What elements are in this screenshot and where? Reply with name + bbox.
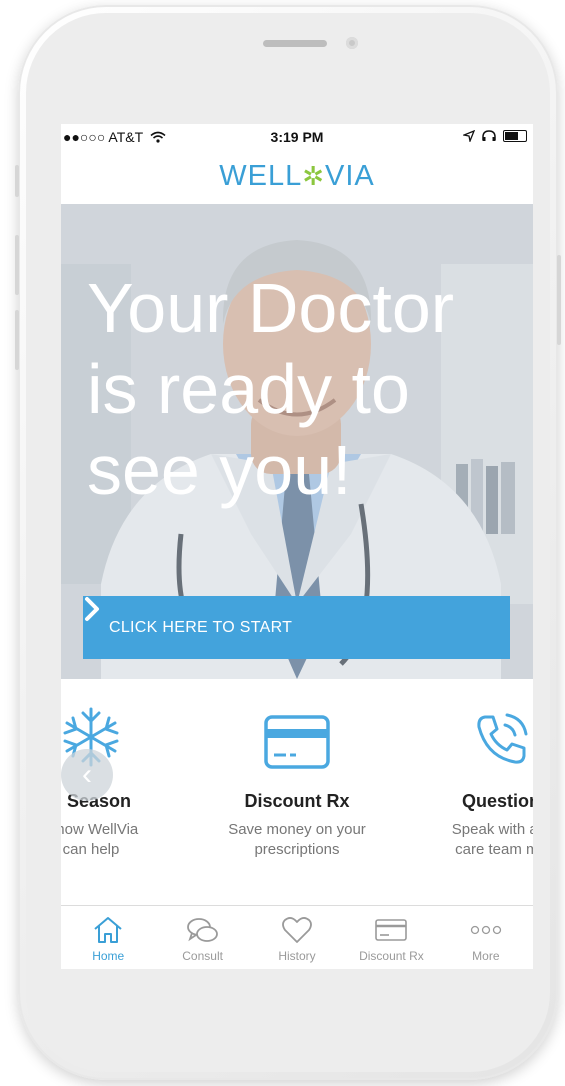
headphones-icon [482,130,496,141]
feature-carousel: u Season n how WellVia can help Discount… [61,679,533,904]
location-arrow-icon [463,130,475,142]
carousel-card-desc: Speak with a p care team me [451,821,533,858]
phone-icon [477,713,528,764]
start-button[interactable]: CLICK HERE TO START [83,596,510,659]
tab-consult[interactable]: Consult [155,906,249,969]
wellvia-logo: WELL✲VIA [219,160,375,192]
start-button-label: CLICK HERE TO START [109,618,293,636]
carousel-card-desc: Save money on your prescriptions [228,821,366,858]
tab-discount-rx[interactable]: Discount Rx [344,906,438,969]
hero-title: Your Doctor is ready to see you! [87,269,455,509]
tab-home[interactable]: Home [61,906,155,969]
carousel-card-title: Question [461,791,533,811]
card-icon [375,919,408,941]
carousel-card-title: Discount Rx [244,791,350,811]
hero-banner: Your Doctor is ready to see you! CLICK H… [61,204,533,679]
chevron-left-icon: ‹ [82,758,92,791]
status-bar: ●●○○○ AT&T 3:19 PM [61,124,533,150]
carousel-card-discount-rx[interactable]: Discount Rx Save money on your prescript… [207,679,387,860]
home-icon [94,917,122,943]
heart-icon [282,917,312,943]
card-icon [264,715,330,769]
more-icon [470,925,501,935]
volume-down-button [15,310,19,370]
app-screen: ●●○○○ AT&T 3:19 PM WELL✲VIA Your Doctor … [61,124,533,969]
logo-flower-mark: ✲ [302,161,326,191]
chat-icon [186,918,218,942]
power-button [557,255,561,345]
front-camera [346,37,358,49]
tab-more[interactable]: More [439,906,533,969]
tab-bar: Home Consult History Discount Rx More [61,905,533,969]
mute-switch [15,165,19,197]
tab-history[interactable]: History [250,906,344,969]
battery-level [505,132,519,140]
earpiece-speaker [263,40,327,47]
carousel-card-questions[interactable]: Question Speak with a p care team me [411,679,533,860]
carousel-card-desc: n how WellVia can help [61,821,139,858]
battery-icon [503,130,527,142]
volume-up-button [15,235,19,295]
carousel-prev-button[interactable]: ‹ [61,749,113,801]
status-right [463,130,527,142]
